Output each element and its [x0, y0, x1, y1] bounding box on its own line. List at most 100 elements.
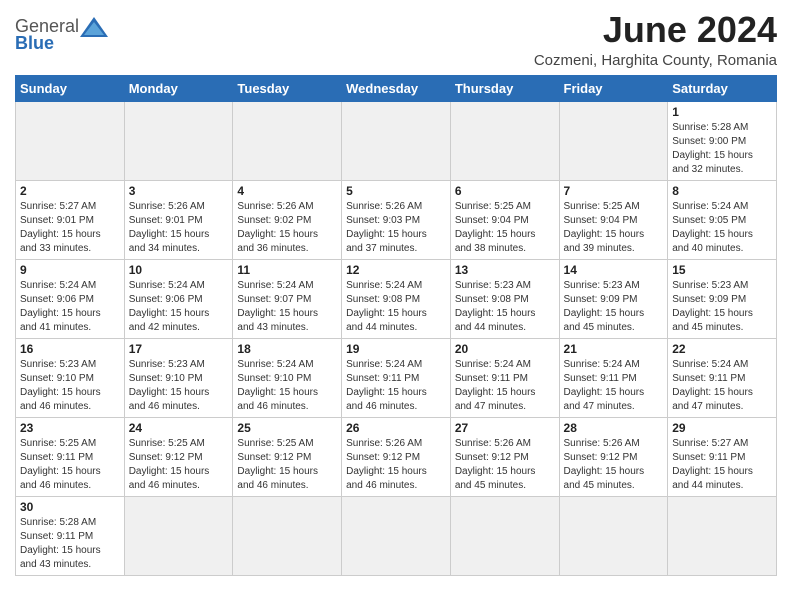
- calendar-cell: [342, 496, 451, 575]
- weekday-header-sunday: Sunday: [16, 75, 125, 101]
- day-number: 30: [20, 500, 120, 514]
- day-number: 5: [346, 184, 446, 198]
- day-info: Sunrise: 5:25 AM Sunset: 9:12 PM Dayligh…: [129, 437, 229, 493]
- day-number: 7: [564, 184, 664, 198]
- day-info: Sunrise: 5:26 AM Sunset: 9:02 PM Dayligh…: [237, 200, 337, 256]
- calendar-cell: [233, 101, 342, 180]
- calendar-week-row: 2Sunrise: 5:27 AM Sunset: 9:01 PM Daylig…: [16, 180, 777, 259]
- weekday-header-monday: Monday: [124, 75, 233, 101]
- day-number: 18: [237, 342, 337, 356]
- day-info: Sunrise: 5:24 AM Sunset: 9:05 PM Dayligh…: [672, 200, 772, 256]
- calendar-cell: 19 Sunrise: 5:24 AM Sunset: 9:11 PM Dayli…: [342, 338, 451, 417]
- day-info: Sunrise: 5:23 AM Sunset: 9:09 PM Dayligh…: [672, 279, 772, 335]
- day-info: Sunrise: 5:25 AM Sunset: 9:04 PM Dayligh…: [564, 200, 664, 256]
- day-number: 25: [237, 421, 337, 435]
- logo: General Blue: [15, 16, 109, 54]
- day-info: Sunrise: 5:26 AM Sunset: 9:12 PM Dayligh…: [346, 437, 446, 493]
- day-info: Sunrise: 5:25 AM Sunset: 9:04 PM Dayligh…: [455, 200, 555, 256]
- calendar-cell: [342, 101, 451, 180]
- calendar-title: June 2024: [534, 10, 777, 50]
- day-info: Sunrise: 5:23 AM Sunset: 9:10 PM Dayligh…: [129, 358, 229, 414]
- calendar-cell: 23Sunrise: 5:25 AM Sunset: 9:11 PM Dayli…: [16, 417, 125, 496]
- calendar-cell: [668, 496, 777, 575]
- calendar-cell: [233, 496, 342, 575]
- calendar-cell: [559, 101, 668, 180]
- calendar-cell: 3Sunrise: 5:26 AM Sunset: 9:01 PM Daylig…: [124, 180, 233, 259]
- calendar-cell: 1 Sunrise: 5:28 AM Sunset: 9:00 PM Daylig…: [668, 101, 777, 180]
- day-info: Sunrise: 5:26 AM Sunset: 9:12 PM Dayligh…: [564, 437, 664, 493]
- calendar-cell: 26 Sunrise: 5:26 AM Sunset: 9:12 PM Dayli…: [342, 417, 451, 496]
- day-number: 8: [672, 184, 772, 198]
- logo-icon: [80, 17, 108, 37]
- day-number: 28: [564, 421, 664, 435]
- calendar-cell: [450, 496, 559, 575]
- calendar-cell: [124, 101, 233, 180]
- calendar-cell: 16Sunrise: 5:23 AM Sunset: 9:10 PM Dayli…: [16, 338, 125, 417]
- calendar-cell: 20Sunrise: 5:24 AM Sunset: 9:11 PM Dayli…: [450, 338, 559, 417]
- calendar-week-row: 1 Sunrise: 5:28 AM Sunset: 9:00 PM Daylig…: [16, 101, 777, 180]
- day-number: 26: [346, 421, 446, 435]
- day-info: Sunrise: 5:24 AM Sunset: 9:11 PM Dayligh…: [455, 358, 555, 414]
- day-info: Sunrise: 5:25 AM Sunset: 9:12 PM Dayligh…: [237, 437, 337, 493]
- day-number: 19: [346, 342, 446, 356]
- day-number: 9: [20, 263, 120, 277]
- day-number: 1: [672, 105, 772, 119]
- day-info: Sunrise: 5:23 AM Sunset: 9:09 PM Dayligh…: [564, 279, 664, 335]
- day-number: 11: [237, 263, 337, 277]
- day-number: 2: [20, 184, 120, 198]
- day-number: 22: [672, 342, 772, 356]
- day-info: Sunrise: 5:24 AM Sunset: 9:11 PM Dayligh…: [346, 358, 446, 414]
- day-number: 17: [129, 342, 229, 356]
- day-info: Sunrise: 5:28 AM Sunset: 9:00 PM Dayligh…: [672, 121, 772, 177]
- calendar-cell: 28 Sunrise: 5:26 AM Sunset: 9:12 PM Dayli…: [559, 417, 668, 496]
- calendar-cell: 13Sunrise: 5:23 AM Sunset: 9:08 PM Dayli…: [450, 259, 559, 338]
- calendar-cell: 18 Sunrise: 5:24 AM Sunset: 9:10 PM Dayli…: [233, 338, 342, 417]
- weekday-header-thursday: Thursday: [450, 75, 559, 101]
- day-info: Sunrise: 5:28 AM Sunset: 9:11 PM Dayligh…: [20, 516, 120, 572]
- calendar-cell: 29Sunrise: 5:27 AM Sunset: 9:11 PM Dayli…: [668, 417, 777, 496]
- calendar-cell: 6 Sunrise: 5:25 AM Sunset: 9:04 PM Daylig…: [450, 180, 559, 259]
- weekday-header-row: SundayMondayTuesdayWednesdayThursdayFrid…: [16, 75, 777, 101]
- day-info: Sunrise: 5:25 AM Sunset: 9:11 PM Dayligh…: [20, 437, 120, 493]
- day-info: Sunrise: 5:23 AM Sunset: 9:10 PM Dayligh…: [20, 358, 120, 414]
- calendar-week-row: 30 Sunrise: 5:28 AM Sunset: 9:11 PM Dayli…: [16, 496, 777, 575]
- calendar-cell: 21 Sunrise: 5:24 AM Sunset: 9:11 PM Dayli…: [559, 338, 668, 417]
- calendar-header: SundayMondayTuesdayWednesdayThursdayFrid…: [16, 75, 777, 101]
- calendar-table: SundayMondayTuesdayWednesdayThursdayFrid…: [15, 75, 777, 576]
- day-info: Sunrise: 5:24 AM Sunset: 9:11 PM Dayligh…: [564, 358, 664, 414]
- calendar-cell: 14 Sunrise: 5:23 AM Sunset: 9:09 PM Dayli…: [559, 259, 668, 338]
- calendar-body: 1 Sunrise: 5:28 AM Sunset: 9:00 PM Daylig…: [16, 101, 777, 575]
- calendar-cell: 17 Sunrise: 5:23 AM Sunset: 9:10 PM Dayli…: [124, 338, 233, 417]
- page-header: General Blue June 2024 Cozmeni, Harghita…: [15, 10, 777, 69]
- calendar-cell: 30 Sunrise: 5:28 AM Sunset: 9:11 PM Dayli…: [16, 496, 125, 575]
- weekday-header-tuesday: Tuesday: [233, 75, 342, 101]
- calendar-subtitle: Cozmeni, Harghita County, Romania: [534, 52, 777, 69]
- calendar-cell: 8 Sunrise: 5:24 AM Sunset: 9:05 PM Daylig…: [668, 180, 777, 259]
- day-number: 6: [455, 184, 555, 198]
- calendar-cell: 11 Sunrise: 5:24 AM Sunset: 9:07 PM Dayli…: [233, 259, 342, 338]
- calendar-cell: 12Sunrise: 5:24 AM Sunset: 9:08 PM Dayli…: [342, 259, 451, 338]
- day-info: Sunrise: 5:24 AM Sunset: 9:10 PM Dayligh…: [237, 358, 337, 414]
- day-number: 21: [564, 342, 664, 356]
- calendar-cell: 15Sunrise: 5:23 AM Sunset: 9:09 PM Dayli…: [668, 259, 777, 338]
- calendar-cell: [450, 101, 559, 180]
- calendar-week-row: 23Sunrise: 5:25 AM Sunset: 9:11 PM Dayli…: [16, 417, 777, 496]
- calendar-cell: 25 Sunrise: 5:25 AM Sunset: 9:12 PM Dayli…: [233, 417, 342, 496]
- weekday-header-friday: Friday: [559, 75, 668, 101]
- day-info: Sunrise: 5:23 AM Sunset: 9:08 PM Dayligh…: [455, 279, 555, 335]
- day-info: Sunrise: 5:24 AM Sunset: 9:07 PM Dayligh…: [237, 279, 337, 335]
- weekday-header-saturday: Saturday: [668, 75, 777, 101]
- day-number: 10: [129, 263, 229, 277]
- day-number: 14: [564, 263, 664, 277]
- calendar-cell: 9Sunrise: 5:24 AM Sunset: 9:06 PM Daylig…: [16, 259, 125, 338]
- calendar-cell: [124, 496, 233, 575]
- day-number: 24: [129, 421, 229, 435]
- weekday-header-wednesday: Wednesday: [342, 75, 451, 101]
- calendar-week-row: 16Sunrise: 5:23 AM Sunset: 9:10 PM Dayli…: [16, 338, 777, 417]
- calendar-cell: 10Sunrise: 5:24 AM Sunset: 9:06 PM Dayli…: [124, 259, 233, 338]
- calendar-week-row: 9Sunrise: 5:24 AM Sunset: 9:06 PM Daylig…: [16, 259, 777, 338]
- title-area: June 2024 Cozmeni, Harghita County, Roma…: [534, 10, 777, 69]
- day-info: Sunrise: 5:27 AM Sunset: 9:11 PM Dayligh…: [672, 437, 772, 493]
- day-info: Sunrise: 5:26 AM Sunset: 9:12 PM Dayligh…: [455, 437, 555, 493]
- day-number: 12: [346, 263, 446, 277]
